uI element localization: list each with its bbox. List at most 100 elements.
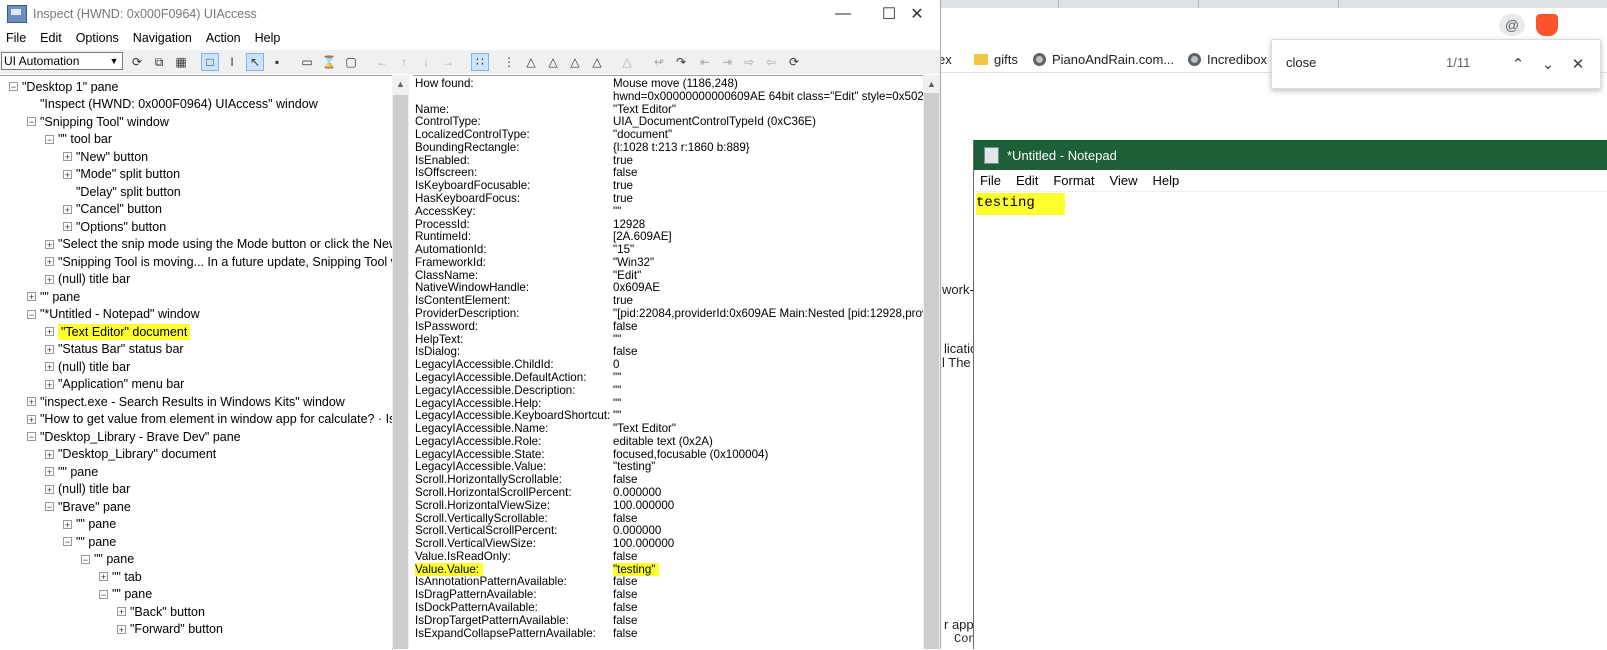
expand-icon[interactable]: + [45, 239, 54, 249]
property-value[interactable]: true [613, 179, 633, 192]
property-value[interactable]: false [613, 320, 638, 333]
minimize-icon[interactable]: — [820, 0, 866, 27]
watch-cursor-icon[interactable]: ↖ [246, 53, 264, 71]
bookmark-incredibox[interactable]: Incredibox [1188, 50, 1267, 68]
tree-item[interactable]: + "" tab [99, 568, 142, 585]
sync-icon[interactable]: ⟳ [785, 53, 803, 71]
tree-item[interactable]: + "How to get value from element in windo… [27, 411, 392, 428]
menu-file[interactable]: File [0, 31, 34, 45]
bookmark-pianoandrain[interactable]: PianoAndRain.com... [1033, 50, 1174, 68]
tree-item[interactable]: + (null) title bar [45, 481, 130, 498]
tree-item[interactable]: + "Options" button [63, 218, 166, 235]
tree-disabled-icon[interactable]: △ [618, 53, 636, 71]
collapse-icon[interactable]: − [99, 589, 108, 599]
tree-item[interactable]: + "Back" button [117, 603, 205, 620]
tree-item[interactable]: "Delay" split button [63, 183, 181, 200]
tree-item[interactable]: + "Forward" button [117, 621, 223, 638]
tree-item[interactable]: + "Application" menu bar [45, 376, 184, 393]
scroll-thumb[interactable] [393, 95, 408, 649]
settings-icon[interactable]: ▦ [172, 53, 190, 71]
menu-help[interactable]: Help [249, 31, 289, 45]
collapse-icon[interactable]: − [45, 134, 54, 144]
watch-caret-icon[interactable]: I [223, 53, 241, 71]
tree-item[interactable]: "Inspect (HWND: 0x000F0964) UIAccess" wi… [27, 96, 318, 113]
notepad-menu-file[interactable]: File [974, 173, 1007, 188]
property-value[interactable]: false [613, 166, 638, 179]
bookmark-gifts[interactable]: gifts [974, 50, 1018, 68]
property-value[interactable]: "15" [613, 243, 634, 256]
mode-dropdown[interactable]: UI Automation ▼ [1, 52, 123, 70]
find-previous-icon[interactable]: ⌃ [1506, 52, 1530, 76]
tree-item[interactable]: + "" pane [27, 288, 80, 305]
tree-sibling-icon[interactable]: △ [544, 53, 562, 71]
expand-icon[interactable]: + [45, 257, 54, 267]
menu-action[interactable]: Action [200, 31, 249, 45]
show-highlight-icon[interactable]: ▪ [268, 53, 286, 71]
property-value[interactable]: editable text (0x2A) [613, 435, 713, 448]
tree-item[interactable]: + (null) title bar [45, 271, 130, 288]
property-value[interactable]: "Edit" [613, 269, 641, 282]
collapse-icon[interactable]: − [63, 537, 72, 547]
tree-item[interactable]: − "" pane [63, 533, 116, 550]
find-input[interactable]: close [1286, 55, 1316, 70]
tree-parent-icon[interactable]: ⋮ [500, 53, 518, 71]
property-value[interactable]: false [613, 627, 638, 640]
property-value[interactable]: focused,focusable (0x100004) [613, 448, 768, 461]
property-value[interactable]: "testing" [613, 562, 660, 576]
expand-icon[interactable]: + [45, 344, 54, 354]
notepad-menu-edit[interactable]: Edit [1010, 173, 1044, 188]
property-value[interactable]: false [613, 550, 638, 563]
property-value[interactable]: Mouse move (1186,248) [613, 77, 738, 90]
tree-item[interactable]: − "Brave" pane [45, 498, 131, 515]
tree-item[interactable]: + "" pane [63, 516, 116, 533]
menu-options[interactable]: Options [70, 31, 127, 45]
expand-icon[interactable]: + [45, 449, 54, 459]
action-a-icon[interactable]: ⇤ [696, 53, 714, 71]
property-value[interactable]: "" [613, 333, 621, 346]
tree-child-icon[interactable]: △ [522, 53, 540, 71]
property-value[interactable]: false [613, 575, 638, 588]
expand-icon[interactable]: + [63, 204, 72, 214]
property-value[interactable]: "" [613, 205, 621, 218]
tree-item[interactable]: − "*Untitled - Notepad" window [27, 306, 200, 323]
action-icon[interactable]: ↫ [650, 53, 668, 71]
scroll-up-icon[interactable]: ▲ [392, 75, 409, 92]
at-sign-icon[interactable]: @ [1499, 14, 1525, 36]
expand-icon[interactable]: + [45, 467, 54, 477]
scroll-thumb[interactable] [924, 93, 939, 649]
tree-item[interactable]: − "Snipping Tool" window [27, 113, 169, 130]
expand-icon[interactable]: + [27, 414, 36, 424]
property-value[interactable]: false [613, 473, 638, 486]
property-value[interactable]: "document" [613, 128, 672, 141]
tree-item[interactable]: + "" pane [45, 463, 98, 480]
tree-item[interactable]: + "Snipping Tool is moving... In a future… [45, 253, 392, 270]
property-value[interactable]: "testing" [613, 460, 655, 473]
tree-item[interactable]: − "" tool bar [45, 131, 112, 148]
tree-item[interactable]: + "inspect.exe - Search Results in Window… [27, 393, 345, 410]
expand-icon[interactable]: + [63, 519, 72, 529]
tree-item[interactable]: − "" pane [99, 586, 152, 603]
nav-down-icon[interactable]: ↓ [417, 53, 435, 71]
watch-focus-icon[interactable]: □ [201, 53, 219, 71]
menu-navigation[interactable]: Navigation [127, 31, 200, 45]
expand-icon[interactable]: + [27, 397, 36, 407]
property-value[interactable]: false [613, 601, 638, 614]
expand-icon[interactable]: + [63, 152, 72, 162]
expand-icon[interactable]: + [63, 222, 72, 232]
property-value[interactable]: [2A.609AE] [613, 230, 672, 243]
tree-item[interactable]: + "Select the snip mode using the Mode bu… [45, 236, 392, 253]
refresh-icon[interactable]: ⟳ [128, 53, 146, 71]
property-value[interactable]: "" [613, 371, 621, 384]
close-icon[interactable]: ✕ [894, 0, 940, 27]
property-value[interactable]: {l:1028 t:213 r:1860 b:889} [613, 141, 750, 154]
notepad-menu-help[interactable]: Help [1146, 173, 1185, 188]
tree-item[interactable]: + "New" button [63, 148, 148, 165]
collapse-icon[interactable]: − [27, 117, 36, 127]
property-value[interactable]: true [613, 192, 633, 205]
property-value[interactable]: false [613, 512, 638, 525]
expand-icon[interactable]: + [45, 362, 54, 372]
property-value[interactable]: hwnd=0x00000000000609AE 64bit class="Edi… [613, 90, 923, 103]
rectangle-icon[interactable]: ▭ [298, 53, 316, 71]
expand-icon[interactable]: + [117, 624, 126, 634]
property-value[interactable]: false [613, 614, 638, 627]
